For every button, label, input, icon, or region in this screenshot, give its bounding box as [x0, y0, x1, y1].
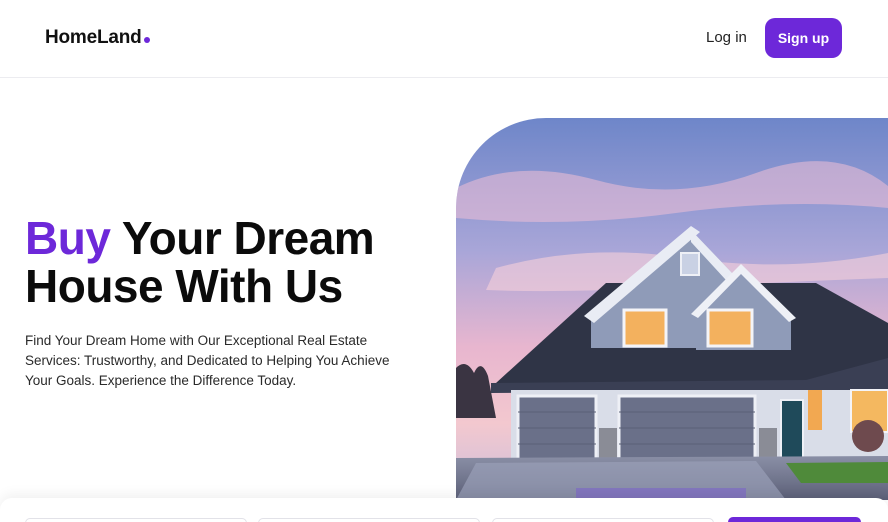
login-link[interactable]: Log in: [706, 29, 747, 46]
site-header: HomeLand Log in Sign up: [0, 0, 888, 78]
hero-house-image: [456, 118, 888, 500]
house-illustration: [456, 118, 888, 500]
headline-line1-rest: Your Dream: [110, 212, 375, 264]
hero-description: Find Your Dream Home with Our Exceptiona…: [25, 333, 390, 388]
headline-line2: House With Us: [25, 260, 343, 312]
search-panel: [0, 498, 888, 522]
signup-button[interactable]: Sign up: [765, 18, 842, 58]
search-field-price[interactable]: [492, 518, 714, 522]
search-field-location[interactable]: [25, 518, 247, 522]
search-field-type[interactable]: [258, 518, 480, 522]
logo[interactable]: HomeLand: [45, 27, 150, 49]
search-button[interactable]: [728, 517, 861, 522]
hero-headline: Buy Your Dream House With Us: [25, 212, 375, 312]
headline-accent-word: Buy: [25, 212, 111, 264]
logo-text: HomeLand: [45, 27, 142, 48]
logo-dot: [143, 37, 150, 43]
